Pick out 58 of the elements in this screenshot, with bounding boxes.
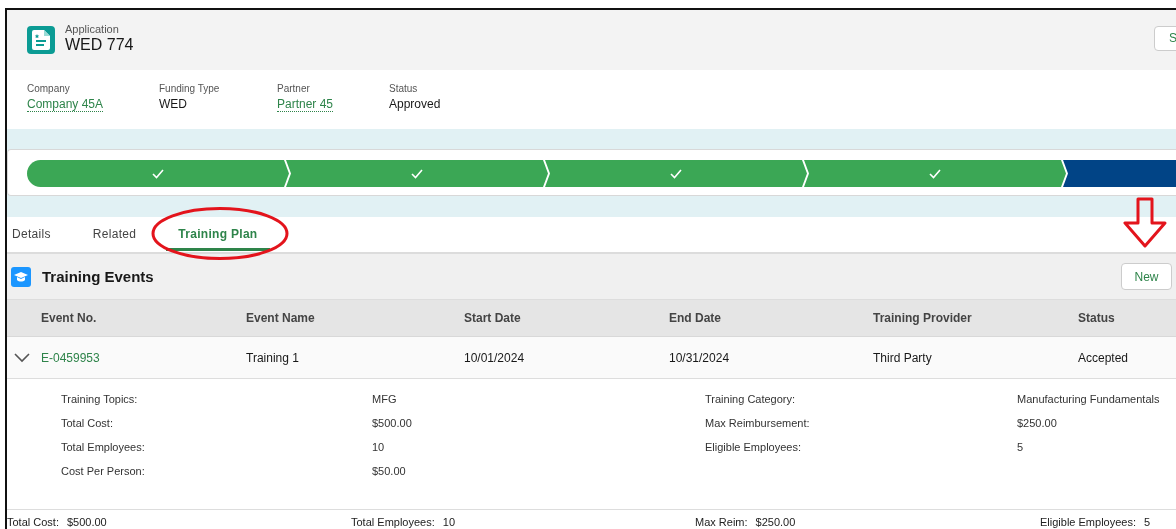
detail-value: $500.00 [372, 417, 413, 431]
detail-label: Max Reimbursement: [705, 417, 811, 431]
total-label: Total Cost: [7, 516, 59, 528]
table-cell-text: 10/31/2024 [669, 350, 731, 365]
event-link[interactable]: E-0459953 [41, 350, 246, 365]
detail-label: Total Cost: [61, 417, 114, 431]
total-value: 10 [442, 516, 455, 528]
total-label: Total Employees: [351, 516, 435, 528]
check-icon [929, 168, 941, 179]
document-icon [27, 26, 55, 54]
object-label: Application [65, 22, 120, 35]
total-value: 5 [1144, 516, 1151, 528]
check-icon [152, 168, 164, 179]
field-value: Approved [389, 97, 441, 111]
card-title: Training Events [42, 268, 154, 285]
detail-value: 5 [1017, 441, 1025, 455]
detail-value: MFG [372, 393, 398, 407]
total-value: $500.00 [66, 516, 107, 528]
chevron-down-icon[interactable] [14, 352, 30, 363]
column-header: Event Name [246, 311, 316, 325]
total-label: Max Reim: [695, 516, 748, 528]
field-link[interactable]: Partner 45 [277, 97, 334, 112]
new-button[interactable]: New [1121, 263, 1172, 290]
total-value: $250.00 [755, 516, 796, 528]
field-label: Status [389, 83, 419, 94]
field-link[interactable]: Company 45A [27, 97, 104, 112]
column-header: Start Date [464, 311, 522, 325]
check-icon [411, 168, 423, 179]
detail-value: $250.00 [1017, 417, 1058, 431]
detail-label: Training Topics: [61, 393, 139, 407]
column-header: Training Provider [873, 311, 973, 325]
column-header: Event No. [41, 311, 98, 325]
field-label: Company [27, 83, 71, 94]
path-stage[interactable] [27, 160, 289, 187]
check-icon [670, 168, 682, 179]
detail-value: $50.00 [372, 465, 407, 479]
field-value: WED [159, 97, 188, 111]
table-cell-text: Accepted [1078, 350, 1130, 365]
detail-label: Training Category: [705, 393, 797, 407]
detail-value: Manufacturing Fundamentals [1017, 393, 1161, 407]
record-title: WED 774 [65, 35, 134, 54]
table-cell-text: Third Party [873, 350, 933, 365]
graduation-cap-icon [11, 266, 31, 287]
column-header: End Date [669, 311, 722, 325]
detail-label: Cost Per Person: [61, 465, 146, 479]
tab[interactable]: Details [12, 217, 51, 252]
field-label: Partner [277, 83, 311, 94]
table-cell-text: Training 1 [246, 350, 300, 365]
total-label: Eligible Employees: [1040, 516, 1136, 528]
field-label: Funding Type [159, 83, 221, 94]
action-button[interactable]: S [1154, 25, 1176, 51]
detail-label: Eligible Employees: [705, 441, 802, 455]
tab[interactable]: Related [92, 217, 137, 252]
detail-label: Total Employees: [61, 441, 146, 455]
path-stage[interactable] [286, 160, 548, 187]
column-header: Status [1078, 311, 1116, 325]
detail-value: 10 [372, 441, 386, 455]
table-cell-text: 10/01/2024 [464, 350, 526, 365]
